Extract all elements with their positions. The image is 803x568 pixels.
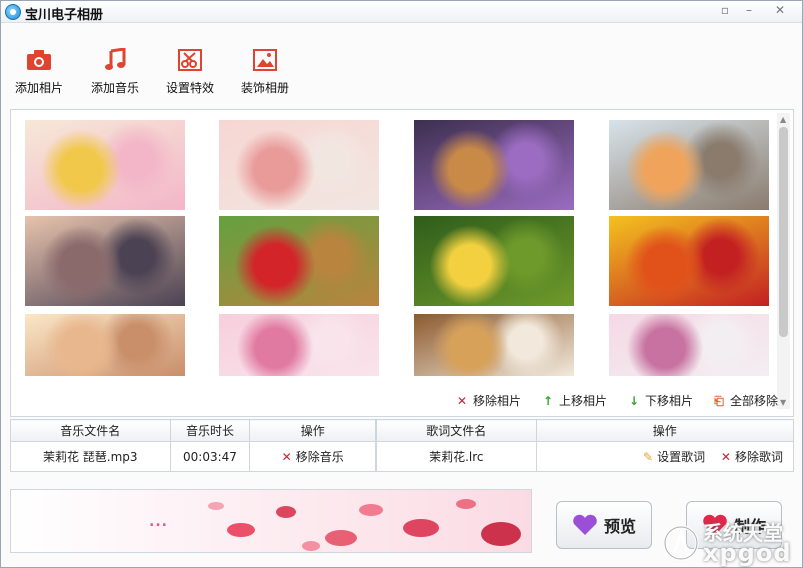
edit-icon: ✎ [643,450,654,464]
rose-petals-graphic [208,499,521,551]
lyrics-action-header: 操作 [535,419,795,442]
media-tables: 音乐文件名 音乐时长 操作 茉莉花 琵琶.mp3 00:03:47 ✕ 移除音乐 … [10,419,795,477]
music-table: 音乐文件名 音乐时长 操作 茉莉花 琵琶.mp3 00:03:47 ✕ 移除音乐 [10,419,376,472]
picture-frame-icon [251,47,279,73]
watermark-line2: xpgod [703,539,792,567]
music-action-header: 操作 [249,419,376,442]
photo-actions: ✕ 移除相片 ↑ 上移相片 ↓ 下移相片 ⎗ 全部移除 [10,389,790,413]
app-icon [5,4,21,20]
arrow-up-icon: ↑ [542,394,554,408]
preview-button[interactable]: 预览 [556,501,652,549]
x-icon: ✕ [456,394,468,408]
table-row[interactable]: 茉莉花.lrc ✎ 设置歌词 ✕ 移除歌词 [376,441,795,472]
photo-thumbnail-eggs[interactable] [25,120,185,210]
photo-thumbnail-autumn-leaves[interactable] [609,216,769,306]
music-duration-cell: 00:03:47 [169,441,251,472]
camera-icon [25,47,53,73]
window-title: 宝川电子相册 [25,8,104,23]
set-lyrics-button[interactable]: ✎ 设置歌词 [643,450,705,464]
remove-photo-button[interactable]: ✕ 移除相片 [455,392,521,409]
remove-all-icon: ⎗ [714,394,724,408]
photo-thumbnail-kittens[interactable] [609,120,769,210]
photo-thumbnail-pink-flowers[interactable] [219,314,379,376]
lyrics-file-header: 歌词文件名 [376,419,537,442]
ad-banner[interactable]: ... [10,489,532,553]
remove-all-photos-button[interactable]: ⎗ 全部移除 [712,392,778,409]
effects-button[interactable]: 设置特效 [160,47,220,99]
add-photo-label: 添加相片 [14,81,63,95]
remove-music-button[interactable]: ✕ 移除音乐 [249,441,376,472]
watermark-logo-icon [663,525,699,561]
lyrics-table: 歌词文件名 操作 茉莉花.lrc ✎ 设置歌词 ✕ 移除歌词 [376,419,795,472]
photo-thumbnail-sunlit-tree[interactable] [25,314,185,376]
photo-thumbnail-purple-blossoms[interactable] [609,314,769,376]
photo-thumbnail-crane[interactable] [414,314,574,376]
move-photo-up-button[interactable]: ↑ 上移相片 [541,392,607,409]
x-icon: ✕ [281,450,292,464]
add-music-label: 添加音乐 [90,81,139,95]
photo-thumbnail-lake[interactable] [25,216,185,306]
lyrics-actions-cell: ✎ 设置歌词 ✕ 移除歌词 [535,441,795,472]
heart-icon [573,514,597,535]
scissors-icon [176,47,204,73]
title-bar: 宝川电子相册 ▫ – ✕ [1,1,802,23]
minimize-button[interactable]: – [738,2,760,19]
photo-scrollbar[interactable]: ▲ ▼ [777,113,790,409]
music-note-icon [101,47,129,73]
add-music-button[interactable]: 添加音乐 [85,47,145,99]
music-file-header: 音乐文件名 [10,419,171,442]
decorate-button[interactable]: 装饰相册 [235,47,295,99]
photo-thumbnail-pink-trees[interactable] [219,120,379,210]
table-row[interactable]: 茉莉花 琵琶.mp3 00:03:47 ✕ 移除音乐 [10,441,376,472]
move-photo-down-button[interactable]: ↓ 下移相片 [627,392,693,409]
add-photo-button[interactable]: 添加相片 [9,47,69,99]
toolbar: 添加相片 添加音乐 设置特效 装饰相册 [1,41,802,105]
photo-thumbnail-yellow-rose[interactable] [414,216,574,306]
watermark: 系统天堂 xpgod [661,515,803,567]
restore-button[interactable]: ▫ [714,2,736,19]
photo-thumbnail-squirrel[interactable] [414,120,574,210]
scroll-up-icon[interactable]: ▲ [780,115,786,124]
app-window: 宝川电子相册 ▫ – ✕ 添加相片 添加音乐 设置特效 装饰相册 ▲ ▼ ✕ 移… [0,0,803,568]
effects-label: 设置特效 [165,81,214,95]
close-button[interactable]: ✕ [769,2,791,19]
lyrics-file-cell: 茉莉花.lrc [376,441,537,472]
decorate-label: 装饰相册 [240,81,289,95]
remove-lyrics-button[interactable]: ✕ 移除歌词 [721,450,783,464]
photo-thumbnail-strawberries[interactable] [219,216,379,306]
banner-text: ... [149,514,168,530]
arrow-down-icon: ↓ [628,394,640,408]
music-duration-header: 音乐时长 [169,419,251,442]
music-file-cell: 茉莉花 琵琶.mp3 [10,441,171,472]
x-icon: ✕ [720,450,731,464]
scroll-thumb[interactable] [779,127,788,337]
